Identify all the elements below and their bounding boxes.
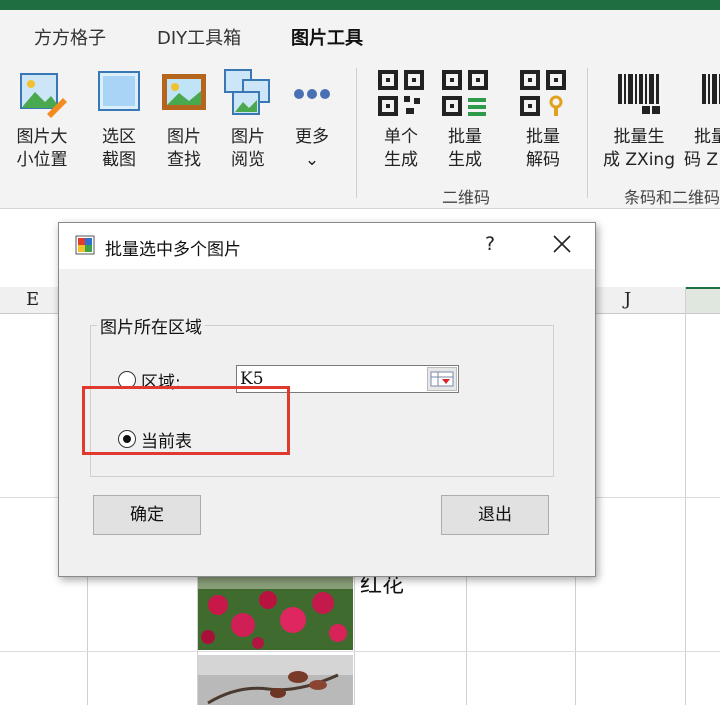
grid-line bbox=[685, 287, 686, 705]
barcode-zxing-button[interactable]: 批量生 成 ZXing bbox=[598, 68, 680, 172]
barcode-z-button[interactable]: 批量 码 Z bbox=[684, 68, 720, 172]
button-label: 图片 bbox=[231, 127, 265, 147]
button-label: 查找 bbox=[167, 150, 201, 170]
button-label: 批量生 bbox=[613, 127, 665, 147]
group-label-picture-area: 图片所在区域 bbox=[97, 313, 205, 338]
column-header-e[interactable]: E bbox=[26, 289, 39, 310]
qrcode-decode-button[interactable]: 批量 解码 bbox=[516, 68, 570, 172]
app-icon bbox=[75, 235, 95, 255]
button-label: 批量 bbox=[448, 127, 482, 147]
button-label: 更多 bbox=[295, 127, 329, 147]
ribbon-separator bbox=[356, 68, 357, 198]
picture-find-icon bbox=[159, 68, 209, 118]
chevron-down-icon: ⌄ bbox=[304, 150, 320, 170]
group-label-qrcode: 二维码 bbox=[442, 188, 491, 207]
column-header-j[interactable]: J bbox=[624, 289, 631, 310]
help-icon[interactable]: ? bbox=[485, 233, 495, 255]
flower-picture-red[interactable] bbox=[198, 575, 353, 650]
button-label: 图片 bbox=[167, 127, 201, 147]
picture-browse-button[interactable]: 图片 阅览 bbox=[220, 68, 276, 172]
ok-button[interactable]: 确定 bbox=[93, 495, 201, 535]
dialog-title-bar: 批量选中多个图片 ? bbox=[59, 223, 595, 269]
qrcode-icon bbox=[376, 68, 426, 118]
ribbon-tabs: 方方格子 DIY工具箱 图片工具 bbox=[0, 10, 720, 64]
batch-select-pictures-dialog: 批量选中多个图片 ? 图片所在区域 区域: K5 当前表 确定 退出 bbox=[58, 222, 596, 577]
picture-resize-icon bbox=[17, 68, 67, 118]
button-label: 生成 bbox=[384, 150, 418, 170]
picture-browse-icon bbox=[223, 68, 273, 118]
button-label: 选区 bbox=[102, 127, 136, 147]
button-label: 成 ZXing bbox=[603, 150, 675, 170]
picture-find-button[interactable]: 图片 查找 bbox=[156, 68, 212, 172]
grid-line bbox=[0, 651, 720, 652]
screenshot-icon bbox=[94, 68, 144, 118]
tab-fangfanggezi[interactable]: 方方格子 bbox=[34, 24, 106, 50]
button-label: 小位置 bbox=[16, 150, 68, 170]
dialog-title: 批量选中多个图片 bbox=[105, 240, 241, 260]
button-label: 阅览 bbox=[231, 150, 265, 170]
picture-size-position-button[interactable]: 图片大 小位置 bbox=[12, 68, 72, 172]
barcode-icon bbox=[614, 68, 664, 118]
annotation-highlight-box bbox=[82, 386, 290, 455]
ribbon-separator bbox=[587, 68, 588, 198]
button-label: 单个 bbox=[384, 127, 418, 147]
range-picker-icon bbox=[430, 371, 454, 387]
qrcode-decode-icon bbox=[518, 68, 568, 118]
button-label: 码 Z bbox=[684, 150, 719, 170]
button-label: 截图 bbox=[102, 150, 136, 170]
flower-picture-branch[interactable] bbox=[198, 655, 353, 705]
tab-diy-toolbox[interactable]: DIY工具箱 bbox=[157, 24, 241, 50]
more-button[interactable]: 更多 ⌄ bbox=[284, 68, 340, 172]
window-top-bar bbox=[0, 0, 720, 10]
button-label: 图片大 bbox=[16, 127, 68, 147]
selected-column-header[interactable] bbox=[685, 287, 720, 313]
qrcode-batch-icon bbox=[440, 68, 490, 118]
range-picker-button[interactable] bbox=[427, 367, 457, 391]
qrcode-single-button[interactable]: 单个 生成 bbox=[374, 68, 428, 172]
close-icon[interactable] bbox=[549, 231, 575, 257]
button-label: 批量 bbox=[526, 127, 560, 147]
button-label: 解码 bbox=[526, 150, 560, 170]
screenshot-button[interactable]: 选区 截图 bbox=[90, 68, 148, 172]
ribbon-panel: 图片大 小位置 选区 截图 图片 查找 图片 阅览 更多 ⌄ 单个 生成 批量 … bbox=[0, 60, 720, 209]
group-label-barcode: 条码和二维码 bbox=[624, 188, 720, 207]
button-label: 批量 bbox=[694, 127, 720, 147]
more-dots-icon bbox=[287, 68, 337, 118]
button-label: 生成 bbox=[448, 150, 482, 170]
qrcode-batch-button[interactable]: 批量 生成 bbox=[438, 68, 492, 172]
tab-picture-tools[interactable]: 图片工具 bbox=[291, 24, 363, 50]
barcode-icon bbox=[698, 68, 720, 118]
exit-button[interactable]: 退出 bbox=[441, 495, 549, 535]
